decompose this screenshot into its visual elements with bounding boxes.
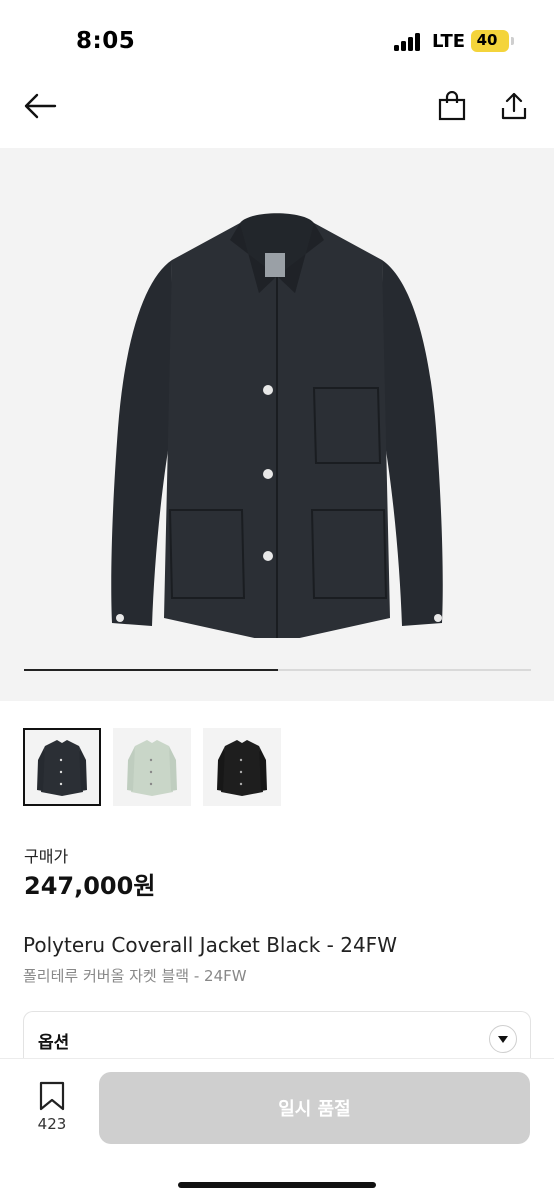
product-title: Polyteru Coverall Jacket Black - 24FW xyxy=(23,933,397,957)
thumb-dark-jacket[interactable] xyxy=(203,728,281,806)
jacket-thumbnail-icon xyxy=(217,740,267,796)
top-nav xyxy=(0,84,554,148)
price-value: 247,000원 xyxy=(24,872,156,900)
status-time: 8:05 xyxy=(76,28,136,54)
shopping-bag-icon xyxy=(438,91,466,121)
jacket-thumbnail-icon xyxy=(127,740,177,796)
carousel-progress-fill xyxy=(24,669,278,671)
thumb-mint-jacket[interactable] xyxy=(113,728,191,806)
network-label: LTE xyxy=(432,31,466,52)
battery-level: 40 xyxy=(476,31,498,49)
status-bar: 8:05 LTE 40 xyxy=(0,0,554,84)
arrow-left-icon xyxy=(24,93,57,119)
jacket-image xyxy=(111,213,443,638)
signal-icon xyxy=(394,33,424,51)
battery-icon: 40 xyxy=(471,30,509,52)
product-image-carousel[interactable] xyxy=(0,148,554,701)
wishlist-button[interactable]: 423 xyxy=(30,1081,74,1141)
product-subtitle: 폴리테루 커버올 자켓 블랙 - 24FW xyxy=(23,967,247,985)
sold-out-button[interactable]: 일시 품절 xyxy=(99,1072,530,1144)
thumb-black-jacket[interactable] xyxy=(23,728,101,806)
jacket-thumbnail-icon xyxy=(37,740,87,796)
wishlist-count: 423 xyxy=(37,1115,67,1133)
price-label: 구매가 xyxy=(24,847,69,866)
home-indicator xyxy=(178,1182,376,1188)
bookmark-icon xyxy=(39,1081,65,1111)
back-button[interactable] xyxy=(20,86,60,126)
shopping-bag-button[interactable] xyxy=(432,86,472,126)
share-icon xyxy=(501,92,527,120)
chevron-down-icon[interactable] xyxy=(489,1025,517,1053)
option-label: 옵션 xyxy=(38,1033,70,1053)
carousel-progress xyxy=(24,669,531,671)
bottom-action-bar: 423 일시 품절 xyxy=(0,1058,554,1200)
share-button[interactable] xyxy=(494,86,534,126)
battery-cap xyxy=(511,37,514,45)
